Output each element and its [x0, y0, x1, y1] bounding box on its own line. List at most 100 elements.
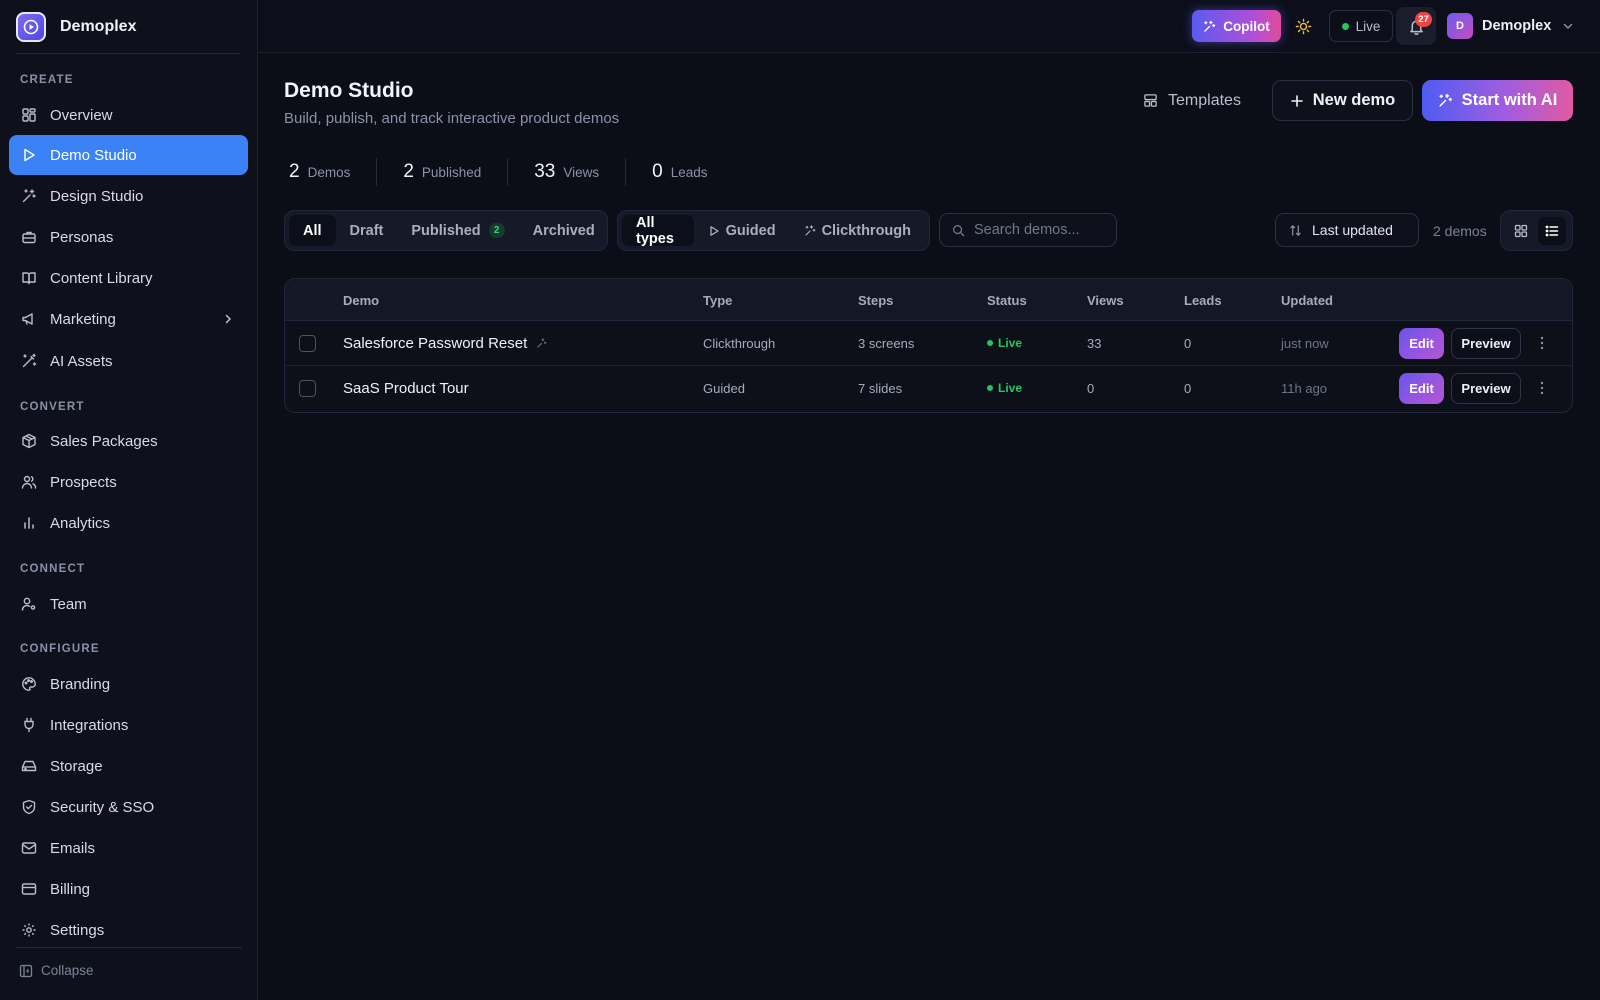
demo-views: 33 — [1087, 336, 1102, 351]
ai-sparkle-icon — [537, 338, 547, 348]
mail-icon — [21, 842, 37, 854]
search-field[interactable] — [939, 213, 1117, 247]
sun-icon[interactable] — [1295, 18, 1312, 35]
sidebar-item-content-library[interactable]: Content Library — [9, 258, 248, 298]
tab-draft[interactable]: Draft — [336, 215, 398, 246]
edit-button[interactable]: Edit — [1399, 373, 1444, 404]
user-menu[interactable]: D Demoplex — [1447, 13, 1574, 39]
collapse-button[interactable]: Collapse — [19, 963, 94, 978]
search-icon — [953, 224, 965, 236]
sidebar-item-label: Integrations — [50, 716, 129, 734]
demo-name-text: Salesforce Password Reset — [343, 335, 528, 352]
sidebar-item-overview[interactable]: Overview — [9, 95, 248, 135]
sidebar-item-billing[interactable]: Billing — [9, 869, 248, 909]
column-header-updated[interactable]: Updated — [1281, 293, 1333, 308]
sidebar-item-design-studio[interactable]: Design Studio — [9, 176, 248, 216]
brand-logo-icon — [16, 11, 46, 42]
sparkles-icon — [804, 224, 815, 236]
tab-clickthrough[interactable]: Clickthrough — [790, 215, 925, 246]
new-demo-button[interactable]: New demo — [1272, 80, 1413, 121]
sort-label: Last updated — [1312, 222, 1393, 238]
column-header-demo[interactable]: Demo — [343, 293, 379, 308]
demo-name[interactable]: Salesforce Password Reset — [343, 335, 547, 352]
sidebar-item-emails[interactable]: Emails — [9, 828, 248, 868]
sidebar-item-prospects[interactable]: Prospects — [9, 462, 248, 502]
section-label-connect: CONNECT — [20, 563, 86, 575]
column-header-type[interactable]: Type — [703, 293, 732, 308]
edit-button[interactable]: Edit — [1399, 328, 1444, 359]
sidebar-item-security[interactable]: Security & SSO — [9, 787, 248, 827]
table-row[interactable]: SaaS Product Tour Guided 7 slides Live 0… — [285, 366, 1572, 411]
sidebar-item-label: Storage — [50, 757, 103, 775]
copilot-label: Copilot — [1223, 18, 1270, 34]
sidebar-item-ai-assets[interactable]: AI Assets — [9, 341, 248, 381]
sidebar-item-label: Branding — [50, 675, 111, 693]
chevron-right-icon — [225, 314, 232, 324]
more-vertical-icon[interactable] — [1533, 334, 1551, 352]
view-toggle — [1500, 210, 1573, 251]
credit-card-icon — [21, 883, 37, 895]
status-dot — [987, 340, 993, 346]
live-status-pill[interactable]: Live — [1329, 10, 1393, 42]
tab-all-types[interactable]: All types — [622, 215, 694, 247]
row-checkbox[interactable] — [299, 335, 316, 352]
table-row[interactable]: Salesforce Password Reset Clickthrough 3… — [285, 321, 1572, 366]
sidebar-item-demo-studio[interactable]: Demo Studio — [9, 135, 248, 175]
stat-label: Leads — [670, 165, 708, 180]
stat-value: 2 — [403, 161, 414, 182]
sidebar-item-team[interactable]: Team — [9, 584, 248, 624]
copilot-button[interactable]: Copilot — [1192, 10, 1281, 42]
sidebar-item-integrations[interactable]: Integrations — [9, 705, 248, 745]
status-text: Live — [998, 381, 1023, 395]
published-count-badge: 2 — [488, 223, 505, 238]
live-dot — [1341, 22, 1349, 30]
start-with-ai-button[interactable]: Start with AI — [1422, 80, 1573, 121]
row-checkbox[interactable] — [299, 380, 316, 397]
column-header-steps[interactable]: Steps — [858, 293, 893, 308]
tab-published[interactable]: Published 2 — [397, 215, 518, 246]
sidebar-item-personas[interactable]: Personas — [9, 217, 248, 257]
tab-guided[interactable]: Guided — [694, 215, 790, 246]
tab-archived[interactable]: Archived — [519, 215, 609, 246]
notifications-button[interactable]: 27 — [1396, 7, 1436, 45]
collapse-label: Collapse — [41, 963, 94, 978]
sidebar-item-marketing[interactable]: Marketing — [9, 299, 248, 339]
page-subtitle: Build, publish, and track interactive pr… — [284, 110, 620, 127]
templates-button[interactable]: Templates — [1128, 80, 1256, 121]
sort-dropdown[interactable]: Last updated — [1275, 213, 1419, 247]
page-title: Demo Studio — [284, 79, 414, 102]
sidebar-item-storage[interactable]: Storage — [9, 746, 248, 786]
sidebar-item-analytics[interactable]: Analytics — [9, 503, 248, 543]
stats-bar: 2 Demos 2 Published 33 Views 0 Leads — [289, 158, 734, 186]
sidebar-item-label: Settings — [50, 921, 105, 939]
column-header-leads[interactable]: Leads — [1184, 293, 1222, 308]
status-filter-tabs: All Draft Published 2 Archived — [284, 210, 608, 251]
plug-icon — [24, 717, 34, 733]
notification-badge: 27 — [1415, 12, 1432, 27]
demo-steps: 3 screens — [858, 336, 915, 351]
demo-type: Guided — [703, 381, 745, 396]
brand[interactable]: Demoplex — [0, 0, 257, 53]
bar-chart-icon — [24, 517, 34, 529]
tab-label: Published — [411, 222, 481, 239]
demo-leads: 0 — [1184, 336, 1192, 351]
sidebar-item-settings[interactable]: Settings — [9, 910, 248, 950]
sidebar-item-branding[interactable]: Branding — [9, 664, 248, 704]
demo-name[interactable]: SaaS Product Tour — [343, 380, 469, 397]
list-view-button[interactable] — [1538, 216, 1567, 245]
column-header-views[interactable]: Views — [1087, 293, 1124, 308]
preview-button[interactable]: Preview — [1451, 373, 1521, 404]
tab-all[interactable]: All — [289, 215, 336, 246]
preview-button[interactable]: Preview — [1451, 328, 1521, 359]
list-icon — [1545, 225, 1559, 236]
more-vertical-icon[interactable] — [1533, 379, 1551, 397]
grid-view-button[interactable] — [1507, 217, 1535, 245]
column-header-status[interactable]: Status — [987, 293, 1027, 308]
search-input[interactable] — [974, 222, 1114, 238]
stat-label: Demos — [307, 165, 351, 180]
new-demo-label: New demo — [1312, 91, 1396, 109]
status-badge: Live — [987, 381, 1022, 395]
grid-icon — [22, 108, 36, 122]
section-label-convert: CONVERT — [20, 401, 85, 413]
sidebar-item-sales-packages[interactable]: Sales Packages — [9, 421, 248, 461]
